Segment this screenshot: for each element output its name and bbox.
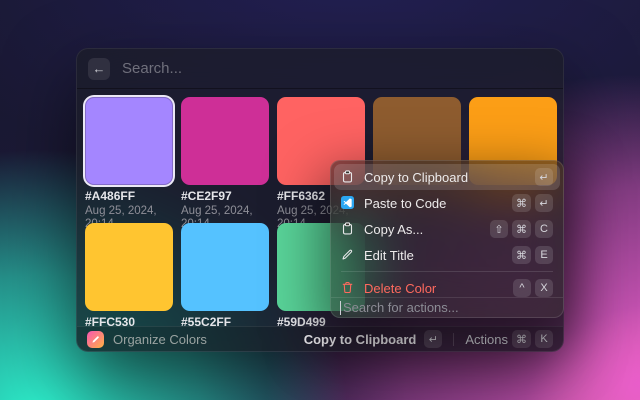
- action-menu: Copy to Clipboard ↵ Paste to Code ⌘↵ Cop…: [330, 160, 564, 318]
- menu-item[interactable]: Delete Color ^X: [334, 275, 560, 297]
- color-hex-label: #FFC530: [85, 316, 173, 326]
- menu-item[interactable]: Copy As... ⇧⌘C: [334, 216, 560, 242]
- shortcut-key: ⇧: [490, 220, 508, 238]
- action-menu-list: Copy to Clipboard ↵ Paste to Code ⌘↵ Cop…: [331, 161, 563, 297]
- color-hex-label: #CE2F97: [181, 190, 269, 203]
- vscode-icon: [341, 196, 355, 210]
- shortcut-key: C: [535, 220, 553, 238]
- action-search-placeholder: Search for actions...: [343, 300, 459, 315]
- color-item[interactable]: #A486FF Aug 25, 2024, 20:14: [85, 97, 173, 219]
- clipboard-icon: [341, 170, 355, 184]
- search-header: ← Search...: [77, 49, 563, 89]
- text-cursor: [340, 301, 341, 315]
- shortcut-key: ⌘: [512, 246, 531, 264]
- action-search-input[interactable]: Search for actions...: [331, 297, 563, 317]
- color-swatch[interactable]: [181, 223, 269, 311]
- organize-colors-app-icon: [87, 331, 104, 348]
- clipboard-icon: [341, 222, 355, 236]
- color-swatch[interactable]: [85, 223, 173, 311]
- color-item[interactable]: #CE2F97 Aug 25, 2024, 20:14: [181, 97, 269, 219]
- back-button[interactable]: ←: [88, 58, 110, 80]
- color-swatch[interactable]: [85, 97, 173, 185]
- search-input[interactable]: Search...: [122, 60, 182, 77]
- shortcut-key: ↵: [535, 194, 553, 212]
- footer-divider: [453, 333, 454, 346]
- actions-button[interactable]: Actions ⌘K: [465, 330, 553, 348]
- return-key: ↵: [424, 330, 442, 348]
- actions-button-label: Actions: [465, 332, 508, 347]
- color-hex-label: #55C2FF: [181, 316, 269, 326]
- trash-icon: [341, 281, 355, 295]
- shortcut-key: ^: [513, 279, 531, 297]
- shortcut-key: ⌘: [512, 220, 531, 238]
- shortcut-key: E: [535, 246, 553, 264]
- shortcut-key: X: [535, 279, 553, 297]
- color-item[interactable]: #55C2FF: [181, 223, 269, 326]
- shortcut-key: ↵: [535, 168, 553, 186]
- shortcut-key: K: [535, 330, 553, 348]
- color-item[interactable]: #FFC530: [85, 223, 173, 326]
- pencil-icon: [341, 248, 355, 262]
- shortcut-key: ⌘: [512, 330, 531, 348]
- color-swatch[interactable]: [181, 97, 269, 185]
- menu-item[interactable]: Paste to Code ⌘↵: [334, 190, 560, 216]
- footer-bar: Organize Colors Copy to Clipboard ↵ Acti…: [77, 326, 563, 351]
- primary-action-label[interactable]: Copy to Clipboard: [304, 332, 417, 347]
- menu-item[interactable]: Copy to Clipboard ↵: [334, 164, 560, 190]
- menu-item[interactable]: Edit Title ⌘E: [334, 242, 560, 268]
- color-hex-label: #A486FF: [85, 190, 173, 203]
- app-name: Organize Colors: [113, 332, 296, 347]
- menu-divider: [341, 271, 553, 272]
- arrow-left-icon: ←: [93, 61, 106, 76]
- shortcut-key: ⌘: [512, 194, 531, 212]
